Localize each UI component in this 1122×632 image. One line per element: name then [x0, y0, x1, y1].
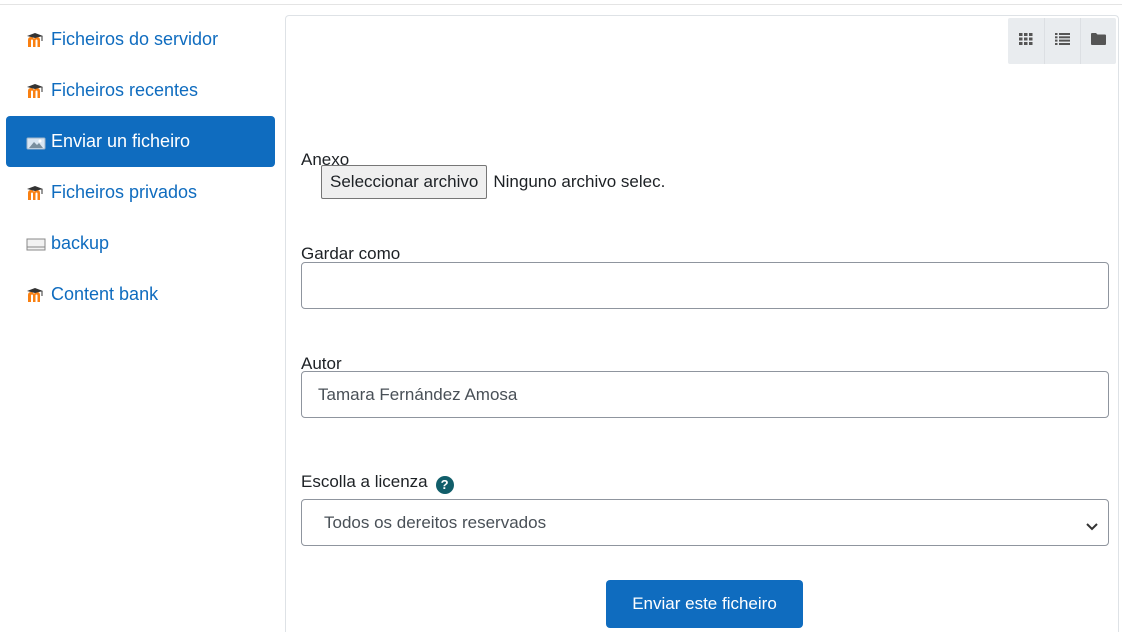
top-divider [0, 4, 1122, 5]
upload-panel: Anexo Seleccionar archivo Ninguno archiv… [285, 15, 1119, 632]
list-view-button[interactable] [1044, 18, 1080, 64]
repository-list: Ficheiros do servidor Ficheiros recentes [6, 14, 275, 320]
moodle-icon [26, 31, 46, 49]
save-as-input[interactable] [301, 262, 1109, 309]
moodle-icon [26, 82, 46, 100]
sidebar-item-upload-file[interactable]: Enviar un ficheiro [6, 116, 275, 167]
folder-view-icon [1091, 32, 1106, 50]
moodle-icon [26, 286, 46, 304]
sidebar-item-content-bank[interactable]: Content bank [6, 269, 275, 320]
folder-view-button[interactable] [1080, 18, 1116, 64]
no-file-selected-text: Ninguno archivo selec. [493, 172, 666, 191]
sidebar-item-label: Ficheiros do servidor [51, 29, 219, 49]
license-selected-value: Todos os dereitos reservados [324, 512, 547, 532]
upload-file-button[interactable]: Enviar este ficheiro [606, 580, 803, 628]
file-chooser: Seleccionar archivo Ninguno archivo sele… [321, 165, 665, 199]
sidebar-item-private-files[interactable]: Ficheiros privados [6, 167, 275, 218]
sidebar-item-server-files[interactable]: Ficheiros do servidor [6, 14, 275, 65]
grid-view-icon [1019, 32, 1033, 50]
sidebar-item-label: Ficheiros privados [51, 182, 198, 202]
sidebar-item-recent-files[interactable]: Ficheiros recentes [6, 65, 275, 116]
list-view-icon [1055, 32, 1070, 50]
help-icon[interactable]: ? [435, 475, 454, 494]
grid-view-button[interactable] [1008, 18, 1044, 64]
save-as-label: Gardar como [301, 244, 401, 263]
file-picker: Ficheiros do servidor Ficheiros recentes [0, 0, 1122, 632]
sidebar-item-label: Ficheiros recentes [51, 80, 199, 100]
upload-icon [26, 133, 46, 151]
chevron-down-icon [1086, 516, 1098, 536]
choose-file-button[interactable]: Seleccionar archivo [321, 165, 488, 199]
author-input[interactable] [301, 371, 1109, 418]
moodle-icon [26, 184, 46, 202]
drive-icon [26, 235, 46, 253]
sidebar-item-label: Content bank [51, 284, 159, 304]
sidebar-item-label: Enviar un ficheiro [51, 131, 191, 151]
sidebar-item-backup[interactable]: backup [6, 218, 275, 269]
license-label: Escolla a licenza [301, 472, 428, 491]
sidebar-item-label: backup [51, 233, 110, 253]
license-label-row: Escolla a licenza? [301, 472, 454, 494]
license-select[interactable]: Todos os dereitos reservados [301, 499, 1109, 546]
view-switcher [1008, 18, 1116, 64]
